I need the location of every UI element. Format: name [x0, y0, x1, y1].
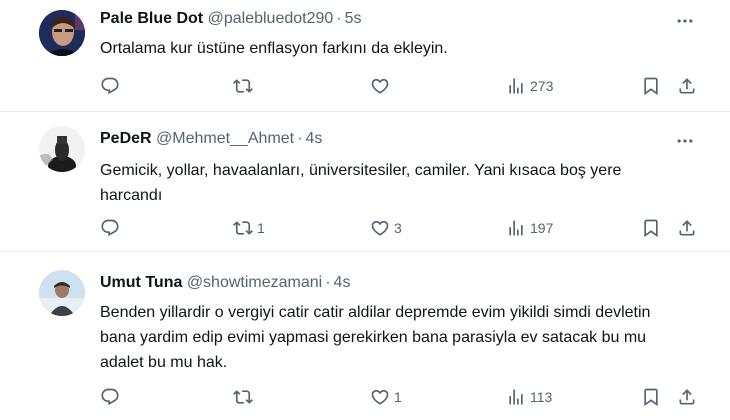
more-options-button[interactable]	[674, 130, 696, 152]
avatar-image	[39, 10, 85, 56]
separator: ·	[297, 130, 303, 147]
action-bar: 1 3 197	[0, 216, 730, 240]
share-icon	[679, 220, 695, 236]
views-count: 273	[530, 78, 554, 94]
views-count: 197	[530, 220, 554, 236]
reply-button[interactable]	[100, 216, 124, 240]
bookmark-icon	[644, 388, 658, 407]
share-button[interactable]	[677, 74, 697, 98]
more-icon	[677, 139, 693, 143]
like-button[interactable]: 1	[370, 385, 402, 409]
retweet-count: 1	[257, 220, 265, 236]
separator: ·	[325, 274, 331, 291]
avatar-image	[39, 126, 85, 172]
more-icon	[677, 19, 693, 23]
avatar-image	[39, 270, 85, 316]
timestamp[interactable]: 5s	[345, 10, 362, 27]
views-button[interactable]: 197	[506, 216, 553, 240]
reply-icon	[101, 388, 119, 406]
bookmark-button[interactable]	[641, 385, 661, 409]
display-name[interactable]: Umut Tuna	[100, 274, 182, 291]
like-count: 1	[394, 389, 402, 405]
tweet-header: PeDeR @Mehmet__Ahmet · 4s	[100, 128, 322, 150]
heart-icon	[371, 78, 389, 94]
reply-icon	[101, 219, 119, 237]
separator: ·	[336, 10, 342, 27]
views-icon	[509, 389, 523, 405]
tweet[interactable]: Umut Tuna @showtimezamani · 4s Benden yill…	[0, 252, 730, 420]
tweet-text: Gemicik, yollar, havaalanları, üniversit…	[100, 162, 622, 204]
timestamp[interactable]: 4s	[305, 130, 322, 147]
heart-icon	[371, 389, 389, 405]
username[interactable]: @palebluedot290	[208, 10, 334, 27]
share-button[interactable]	[677, 385, 697, 409]
tweet[interactable]: PeDeR @Mehmet__Ahmet · 4s Gemicik, yollar,…	[0, 112, 730, 252]
username[interactable]: @showtimezamani	[187, 274, 322, 291]
like-button[interactable]: 3	[370, 216, 402, 240]
like-button[interactable]	[370, 74, 394, 98]
reply-button[interactable]	[100, 385, 124, 409]
timestamp[interactable]: 4s	[334, 274, 351, 291]
retweet-icon	[233, 221, 253, 235]
username[interactable]: @Mehmet__Ahmet	[156, 130, 294, 147]
bookmark-button[interactable]	[641, 216, 661, 240]
reply-button[interactable]	[100, 74, 124, 98]
tweet-text: Benden yillardir o vergiyi catir catir a…	[100, 304, 651, 371]
retweet-button[interactable]: 1	[233, 216, 265, 240]
avatar[interactable]	[39, 270, 85, 316]
avatar[interactable]	[39, 10, 85, 56]
reply-icon	[101, 77, 119, 95]
display-name[interactable]: PeDeR	[100, 130, 152, 147]
share-icon	[679, 78, 695, 94]
display-name[interactable]: Pale Blue Dot	[100, 10, 203, 27]
share-button[interactable]	[677, 216, 697, 240]
avatar[interactable]	[39, 126, 85, 172]
more-options-button[interactable]	[674, 10, 696, 32]
bookmark-icon	[644, 219, 658, 238]
retweet-button[interactable]	[233, 385, 257, 409]
tweet[interactable]: Pale Blue Dot @palebluedot290 · 5s Ortalam…	[0, 0, 730, 112]
views-count: 113	[530, 389, 553, 405]
retweet-icon	[233, 79, 253, 93]
bookmark-button[interactable]	[641, 74, 661, 98]
like-count: 3	[394, 220, 402, 236]
views-button[interactable]: 113	[506, 385, 552, 409]
bookmark-icon	[644, 77, 658, 96]
views-icon	[509, 220, 523, 236]
action-bar: 1 113	[0, 385, 730, 409]
views-icon	[509, 78, 523, 94]
retweet-icon	[233, 390, 253, 404]
tweet-header: Umut Tuna @showtimezamani · 4s	[100, 272, 350, 294]
heart-icon	[371, 220, 389, 236]
tweet-text: Ortalama kur üstüne enflasyon farkını da…	[100, 40, 448, 57]
share-icon	[679, 389, 695, 405]
tweet-header: Pale Blue Dot @palebluedot290 · 5s	[100, 8, 362, 30]
retweet-button[interactable]	[233, 74, 257, 98]
action-bar: 273	[0, 74, 730, 98]
views-button[interactable]: 273	[506, 74, 553, 98]
